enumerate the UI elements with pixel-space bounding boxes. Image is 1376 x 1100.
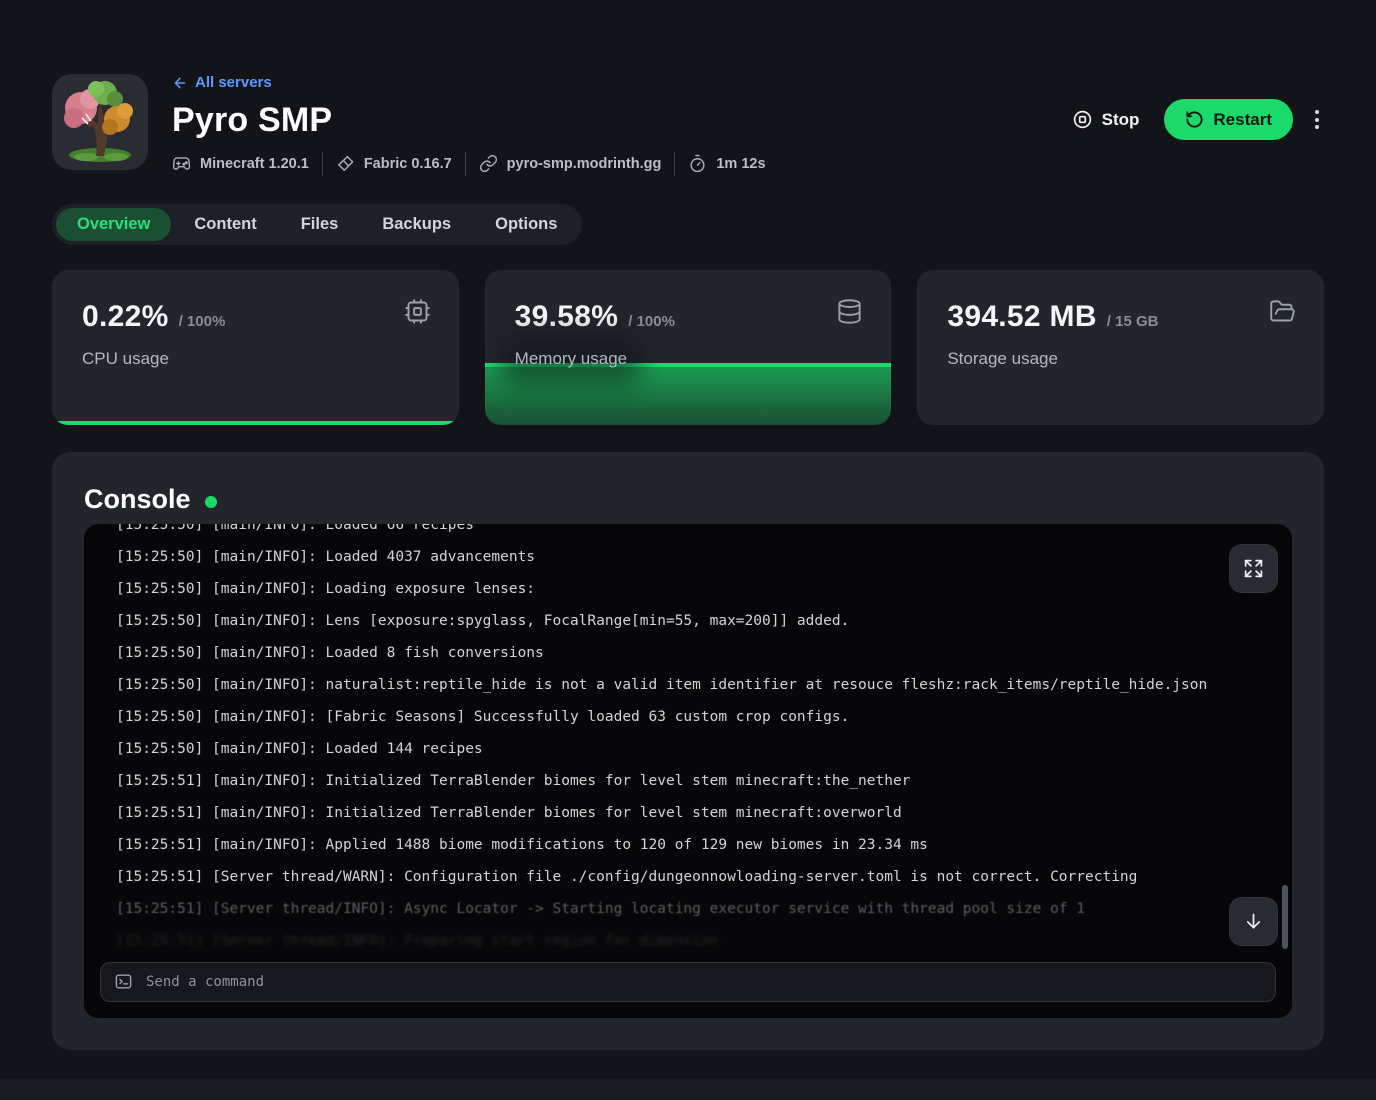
console-title: Console: [84, 484, 191, 515]
memory-usage-label: Memory usage: [515, 349, 627, 369]
console-line: [15:25:50] [main/INFO]: [Fabric Seasons]…: [116, 701, 1274, 733]
online-status-dot: [205, 496, 217, 508]
storage-usage-limit: / 15 GB: [1107, 313, 1159, 330]
expand-icon: [1243, 558, 1264, 579]
memory-usage-value: 39.58%: [515, 300, 619, 334]
command-input-row: [100, 962, 1276, 1002]
meta-label: Minecraft 1.20.1: [200, 156, 309, 172]
timer-icon: [688, 154, 707, 173]
console-card: Console [15:25:50] [main/INFO]: Loaded 6…: [52, 452, 1324, 1050]
memory-usage-limit: / 100%: [628, 313, 675, 330]
storage-usage-card: 394.52 MB / 15 GB Storage usage: [917, 270, 1324, 425]
cpu-card-content: 0.22% / 100% CPU usage: [52, 270, 459, 369]
kebab-dot: [1315, 118, 1319, 122]
storage-card-content: 394.52 MB / 15 GB Storage usage: [917, 270, 1324, 369]
meta-divider: [465, 152, 466, 176]
memory-topline: 39.58% / 100%: [515, 300, 862, 334]
cpu-topline: 0.22% / 100%: [82, 300, 429, 334]
meta-game-version: Minecraft 1.20.1: [172, 154, 309, 173]
meta-uptime: 1m 12s: [688, 154, 765, 173]
server-info: All servers Pyro SMP Minecraft 1.20.1 Fa…: [172, 74, 1064, 176]
console-line: [15:25:51] [main/INFO]: Applied 1488 bio…: [116, 829, 1274, 861]
memory-usage-card: 39.58% / 100% Memory usage: [485, 270, 892, 425]
arrow-left-icon: [172, 75, 188, 91]
console-line: [15:25:50] [main/INFO]: Loaded 66 recipe…: [116, 524, 1274, 541]
tab-content[interactable]: Content: [173, 208, 277, 241]
meta-label: 1m 12s: [716, 156, 765, 172]
server-actions: Stop Restart: [1064, 99, 1324, 140]
arrow-down-icon: [1243, 911, 1264, 932]
cpu-icon: [404, 298, 431, 325]
console-line: [15:25:51] [Server thread/INFO]: Async L…: [116, 893, 1274, 925]
console-line: [15:25:50] [main/INFO]: Loaded 8 fish co…: [116, 637, 1274, 669]
console-line: [15:25:51] [main/INFO]: Initialized Terr…: [116, 765, 1274, 797]
terminal-icon: [114, 972, 133, 991]
more-options-button[interactable]: [1310, 104, 1324, 135]
command-input[interactable]: [144, 973, 1262, 991]
back-link-label: All servers: [195, 74, 272, 91]
stop-button[interactable]: Stop: [1064, 103, 1148, 136]
meta-divider: [322, 152, 323, 176]
tab-overview[interactable]: Overview: [56, 208, 171, 241]
tab-files[interactable]: Files: [280, 208, 360, 241]
stop-button-label: Stop: [1102, 110, 1140, 130]
meta-label: Fabric 0.16.7: [364, 156, 452, 172]
tab-options[interactable]: Options: [474, 208, 578, 241]
console-log: [15:25:50] [main/INFO]: Loaded 66 recipe…: [116, 524, 1274, 957]
console-line: [15:25:51] [Server thread/WARN]: Configu…: [116, 861, 1274, 893]
tab-backups[interactable]: Backups: [361, 208, 472, 241]
console-line: [15:25:50] [main/INFO]: naturalist:repti…: [116, 669, 1274, 701]
restart-button-label: Restart: [1213, 110, 1272, 130]
kebab-dot: [1315, 125, 1319, 129]
server-avatar: [52, 74, 148, 170]
folder-open-icon: [1269, 298, 1296, 325]
stats-row: 0.22% / 100% CPU usage 39.58% / 100% Mem…: [52, 270, 1324, 425]
server-meta-row: Minecraft 1.20.1 Fabric 0.16.7 pyro-smp.…: [172, 152, 1064, 176]
console-scrollbar-thumb[interactable]: [1282, 885, 1288, 949]
memory-card-content: 39.58% / 100% Memory usage: [485, 270, 892, 369]
tab-bar: Overview Content Files Backups Options: [52, 204, 582, 245]
cpu-usage-value: 0.22%: [82, 300, 169, 334]
cpu-usage-card: 0.22% / 100% CPU usage: [52, 270, 459, 425]
storage-topline: 394.52 MB / 15 GB: [947, 300, 1294, 334]
seasons-tree-art: [52, 74, 148, 170]
console-expand-button[interactable]: [1229, 544, 1278, 593]
storage-usage-label: Storage usage: [947, 349, 1058, 369]
console-line: [15:25:51] [Server thread/INFO]: Prepari…: [116, 925, 1274, 957]
scroll-to-bottom-button[interactable]: [1229, 897, 1278, 946]
console-line: [15:25:51] [main/INFO]: Initialized Terr…: [116, 797, 1274, 829]
page: All servers Pyro SMP Minecraft 1.20.1 Fa…: [0, 0, 1376, 1050]
loader-icon: [336, 154, 355, 173]
meta-label: pyro-smp.modrinth.gg: [507, 156, 662, 172]
restart-button[interactable]: Restart: [1164, 99, 1293, 140]
meta-server-address: pyro-smp.modrinth.gg: [479, 154, 662, 173]
console-header: Console: [84, 484, 1292, 515]
server-header: All servers Pyro SMP Minecraft 1.20.1 Fa…: [52, 74, 1324, 176]
stop-icon: [1072, 109, 1093, 130]
console-line: [15:25:50] [main/INFO]: Loaded 4037 adva…: [116, 541, 1274, 573]
page-bottom-strip: [0, 1079, 1376, 1100]
meta-divider: [674, 152, 675, 176]
cpu-usage-limit: / 100%: [179, 313, 226, 330]
cpu-usage-label: CPU usage: [82, 349, 169, 369]
kebab-dot: [1315, 110, 1319, 114]
console-line: [15:25:50] [main/INFO]: Loading exposure…: [116, 573, 1274, 605]
link-icon: [479, 154, 498, 173]
page-title: Pyro SMP: [172, 101, 1064, 140]
restart-icon: [1185, 110, 1204, 129]
memory-fill-bar: [485, 363, 892, 424]
meta-mod-loader: Fabric 0.16.7: [336, 154, 452, 173]
back-to-all-servers-link[interactable]: All servers: [172, 74, 272, 91]
storage-usage-value: 394.52 MB: [947, 300, 1096, 334]
console-terminal[interactable]: [15:25:50] [main/INFO]: Loaded 66 recipe…: [84, 524, 1292, 1018]
database-icon: [836, 298, 863, 325]
gamepad-icon: [172, 154, 191, 173]
console-line: [15:25:50] [main/INFO]: Loaded 144 recip…: [116, 733, 1274, 765]
cpu-fill-bar: [52, 421, 459, 425]
console-line: [15:25:50] [main/INFO]: Lens [exposure:s…: [116, 605, 1274, 637]
